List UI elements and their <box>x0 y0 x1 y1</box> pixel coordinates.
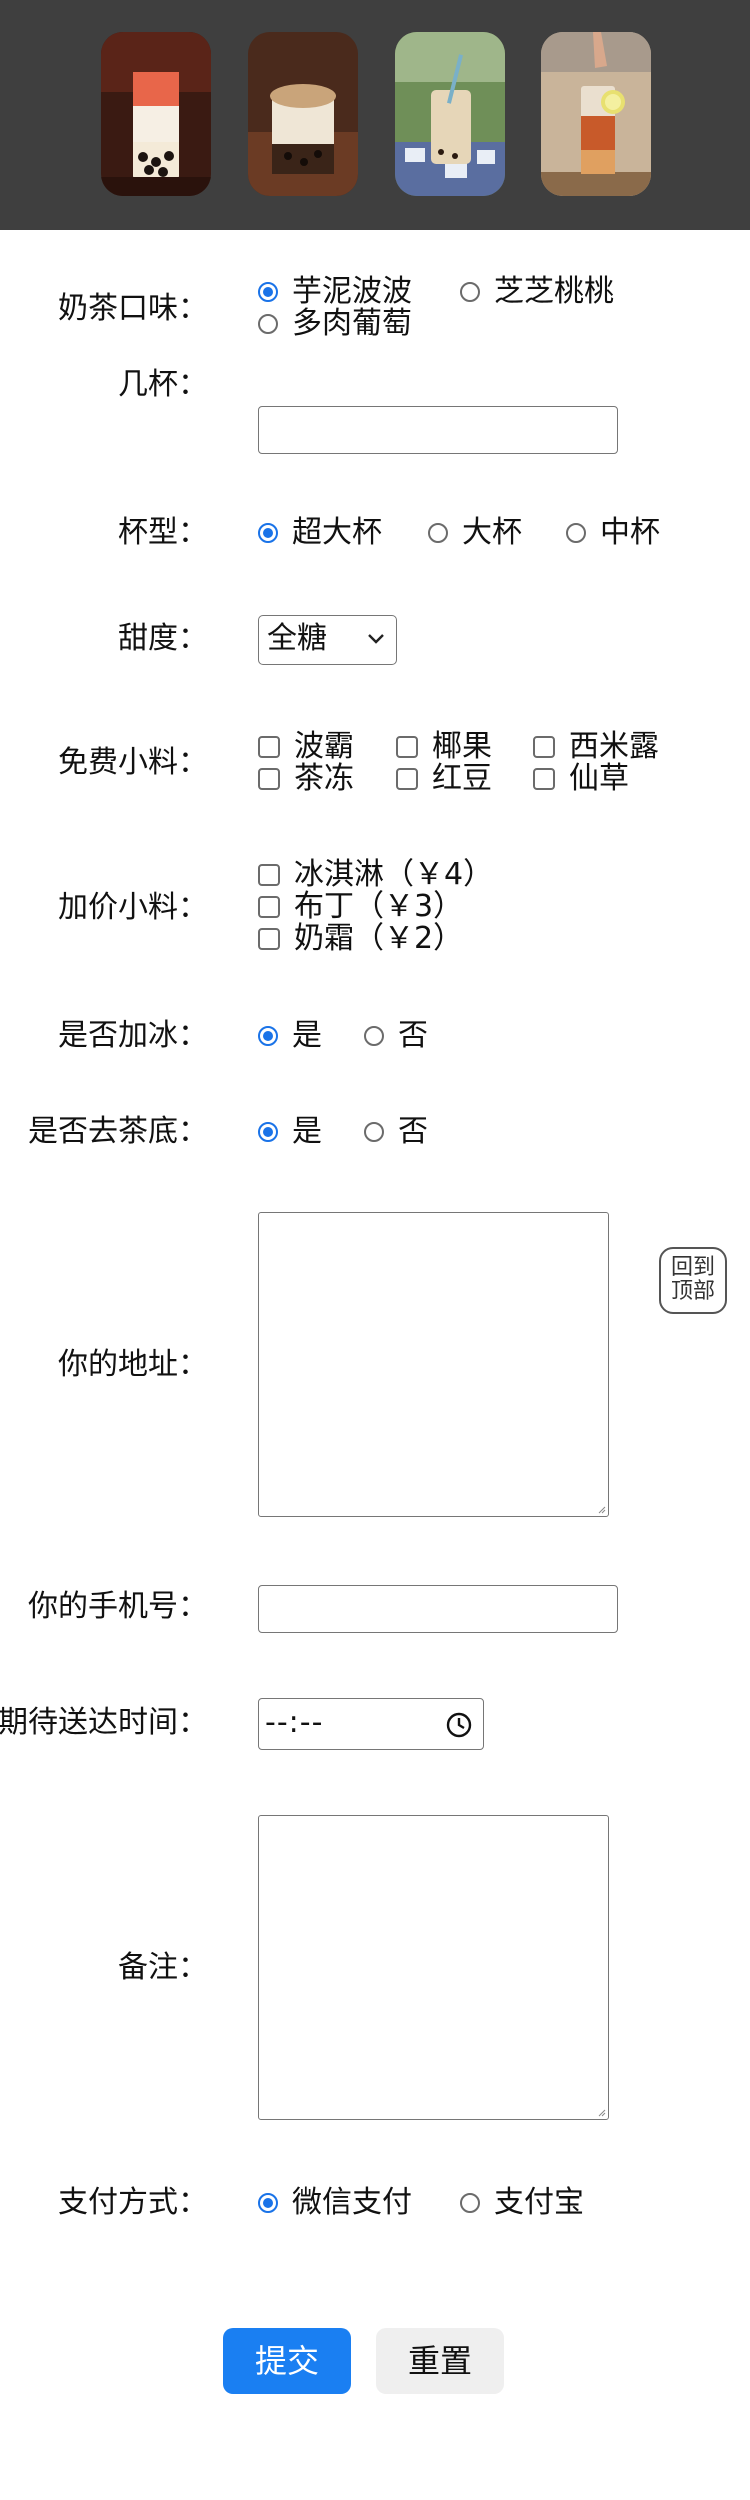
size-radio-xl[interactable] <box>258 523 278 543</box>
ice-option-yes[interactable]: 是 <box>258 1019 322 1053</box>
payment-option-alipay[interactable]: 支付宝 <box>460 2186 584 2220</box>
bubble-tea-outdoor-image <box>395 32 505 196</box>
ice-option-label: 是 <box>292 1018 322 1053</box>
free-topping-tea-jelly[interactable]: 茶冻 <box>258 762 354 796</box>
resize-grip-icon[interactable] <box>596 2107 606 2117</box>
free-topping-label: 波霸 <box>294 729 354 764</box>
header-banner <box>0 0 750 230</box>
phone-input[interactable] <box>258 1585 618 1633</box>
sweetness-select[interactable]: 全糖 <box>258 615 397 665</box>
free-topping-label: 椰果 <box>432 729 492 764</box>
free-topping-coconut[interactable]: 椰果 <box>396 730 492 764</box>
bubble-tea-taro-image <box>248 32 358 196</box>
free-topping-label: 茶冻 <box>294 761 354 796</box>
paid-topping-pudding[interactable]: 布丁（￥3） <box>258 890 463 924</box>
tea-base-option-yes[interactable]: 是 <box>258 1115 322 1149</box>
payment-radio-wechat[interactable] <box>258 2193 278 2213</box>
flavor-option-label: 芋泥波波 <box>292 274 412 309</box>
paid-topping-checkbox[interactable] <box>258 928 280 950</box>
free-topping-checkbox[interactable] <box>396 736 418 758</box>
ice-radio-yes[interactable] <box>258 1026 278 1046</box>
free-topping-checkbox[interactable] <box>258 736 280 758</box>
tea-base-radio-no[interactable] <box>364 1122 384 1142</box>
free-topping-boba[interactable]: 波霸 <box>258 730 354 764</box>
flavor-option-label: 多肉葡萄 <box>292 306 412 341</box>
sweetness-value: 全糖 <box>267 621 327 656</box>
free-topping-checkbox[interactable] <box>258 768 280 790</box>
cups-label: 几杯： <box>118 367 208 402</box>
payment-option-wechat[interactable]: 微信支付 <box>258 2186 412 2220</box>
submit-button[interactable]: 提交 <box>223 2328 351 2394</box>
paid-topping-label: 奶霜（￥2） <box>294 921 464 956</box>
sweetness-label: 甜度： <box>118 621 208 656</box>
paid-topping-label: 冰淇淋（￥4） <box>294 857 494 892</box>
tea-base-option-label: 是 <box>292 1114 322 1149</box>
free-topping-grass-jelly[interactable]: 仙草 <box>533 762 629 796</box>
delivery-time-value: --:-- <box>265 1705 324 1740</box>
free-topping-sago[interactable]: 西米露 <box>533 730 659 764</box>
phone-label: 你的手机号： <box>28 1589 208 1624</box>
paid-topping-checkbox[interactable] <box>258 896 280 918</box>
flavor-radio-peach[interactable] <box>460 282 480 302</box>
delivery-time-input[interactable]: --:-- <box>258 1698 484 1750</box>
reset-button[interactable]: 重置 <box>376 2328 504 2394</box>
tea-base-option-label: 否 <box>398 1114 428 1149</box>
tea-base-option-no[interactable]: 否 <box>364 1115 428 1149</box>
free-toppings-label: 免费小料： <box>58 745 208 780</box>
flavor-label: 奶茶口味： <box>58 291 208 326</box>
paid-topping-milk-foam[interactable]: 奶霜（￥2） <box>258 922 463 956</box>
flavor-option-label: 芝芝桃桃 <box>494 274 614 309</box>
free-topping-label: 仙草 <box>569 761 629 796</box>
paid-topping-ice-cream[interactable]: 冰淇淋（￥4） <box>258 858 493 892</box>
ice-label: 是否加冰： <box>58 1018 208 1053</box>
bubble-tea-strawberry-image <box>101 32 211 196</box>
bubble-tea-lemon-image <box>541 32 651 196</box>
flavor-option-taro[interactable]: 芋泥波波 <box>258 275 412 309</box>
free-topping-checkbox[interactable] <box>533 736 555 758</box>
free-topping-checkbox[interactable] <box>396 768 418 790</box>
size-option-medium[interactable]: 中杯 <box>566 516 660 550</box>
flavor-radio-grape[interactable] <box>258 314 278 334</box>
address-textarea[interactable] <box>258 1212 609 1517</box>
address-label: 你的地址： <box>58 1347 208 1382</box>
flavor-option-grape[interactable]: 多肉葡萄 <box>258 307 412 341</box>
delivery-time-label: 期待送达时间： <box>0 1705 208 1740</box>
payment-option-label: 微信支付 <box>292 2185 412 2220</box>
size-label: 杯型： <box>118 515 208 550</box>
clock-icon[interactable] <box>445 1711 473 1739</box>
size-option-label: 大杯 <box>462 515 522 550</box>
size-option-label: 中杯 <box>600 515 660 550</box>
tea-base-radio-yes[interactable] <box>258 1122 278 1142</box>
paid-topping-label: 布丁（￥3） <box>294 889 464 924</box>
back-to-top-button[interactable]: 回到 顶部 <box>659 1247 727 1314</box>
size-option-large[interactable]: 大杯 <box>428 516 522 550</box>
back-to-top-line1: 回到 <box>670 1255 715 1280</box>
payment-option-label: 支付宝 <box>494 2185 584 2220</box>
size-option-xl[interactable]: 超大杯 <box>258 516 382 550</box>
ice-option-label: 否 <box>398 1018 428 1053</box>
paid-topping-checkbox[interactable] <box>258 864 280 886</box>
ice-radio-no[interactable] <box>364 1026 384 1046</box>
back-to-top-line2: 顶部 <box>670 1279 715 1304</box>
paid-toppings-label: 加价小料： <box>58 890 208 925</box>
cups-input[interactable] <box>258 406 618 454</box>
size-option-label: 超大杯 <box>292 515 382 550</box>
resize-grip-icon[interactable] <box>596 1504 606 1514</box>
size-radio-large[interactable] <box>428 523 448 543</box>
tea-base-label: 是否去茶底： <box>28 1114 208 1149</box>
size-radio-medium[interactable] <box>566 523 586 543</box>
free-topping-label: 红豆 <box>432 761 492 796</box>
free-topping-red-bean[interactable]: 红豆 <box>396 762 492 796</box>
chevron-down-icon <box>368 634 384 644</box>
notes-label: 备注： <box>118 1950 208 1985</box>
free-topping-checkbox[interactable] <box>533 768 555 790</box>
flavor-option-peach[interactable]: 芝芝桃桃 <box>460 275 614 309</box>
flavor-radio-taro[interactable] <box>258 282 278 302</box>
ice-option-no[interactable]: 否 <box>364 1019 428 1053</box>
payment-radio-alipay[interactable] <box>460 2193 480 2213</box>
notes-textarea[interactable] <box>258 1815 609 2120</box>
free-topping-label: 西米露 <box>569 729 659 764</box>
payment-label: 支付方式： <box>58 2185 208 2220</box>
